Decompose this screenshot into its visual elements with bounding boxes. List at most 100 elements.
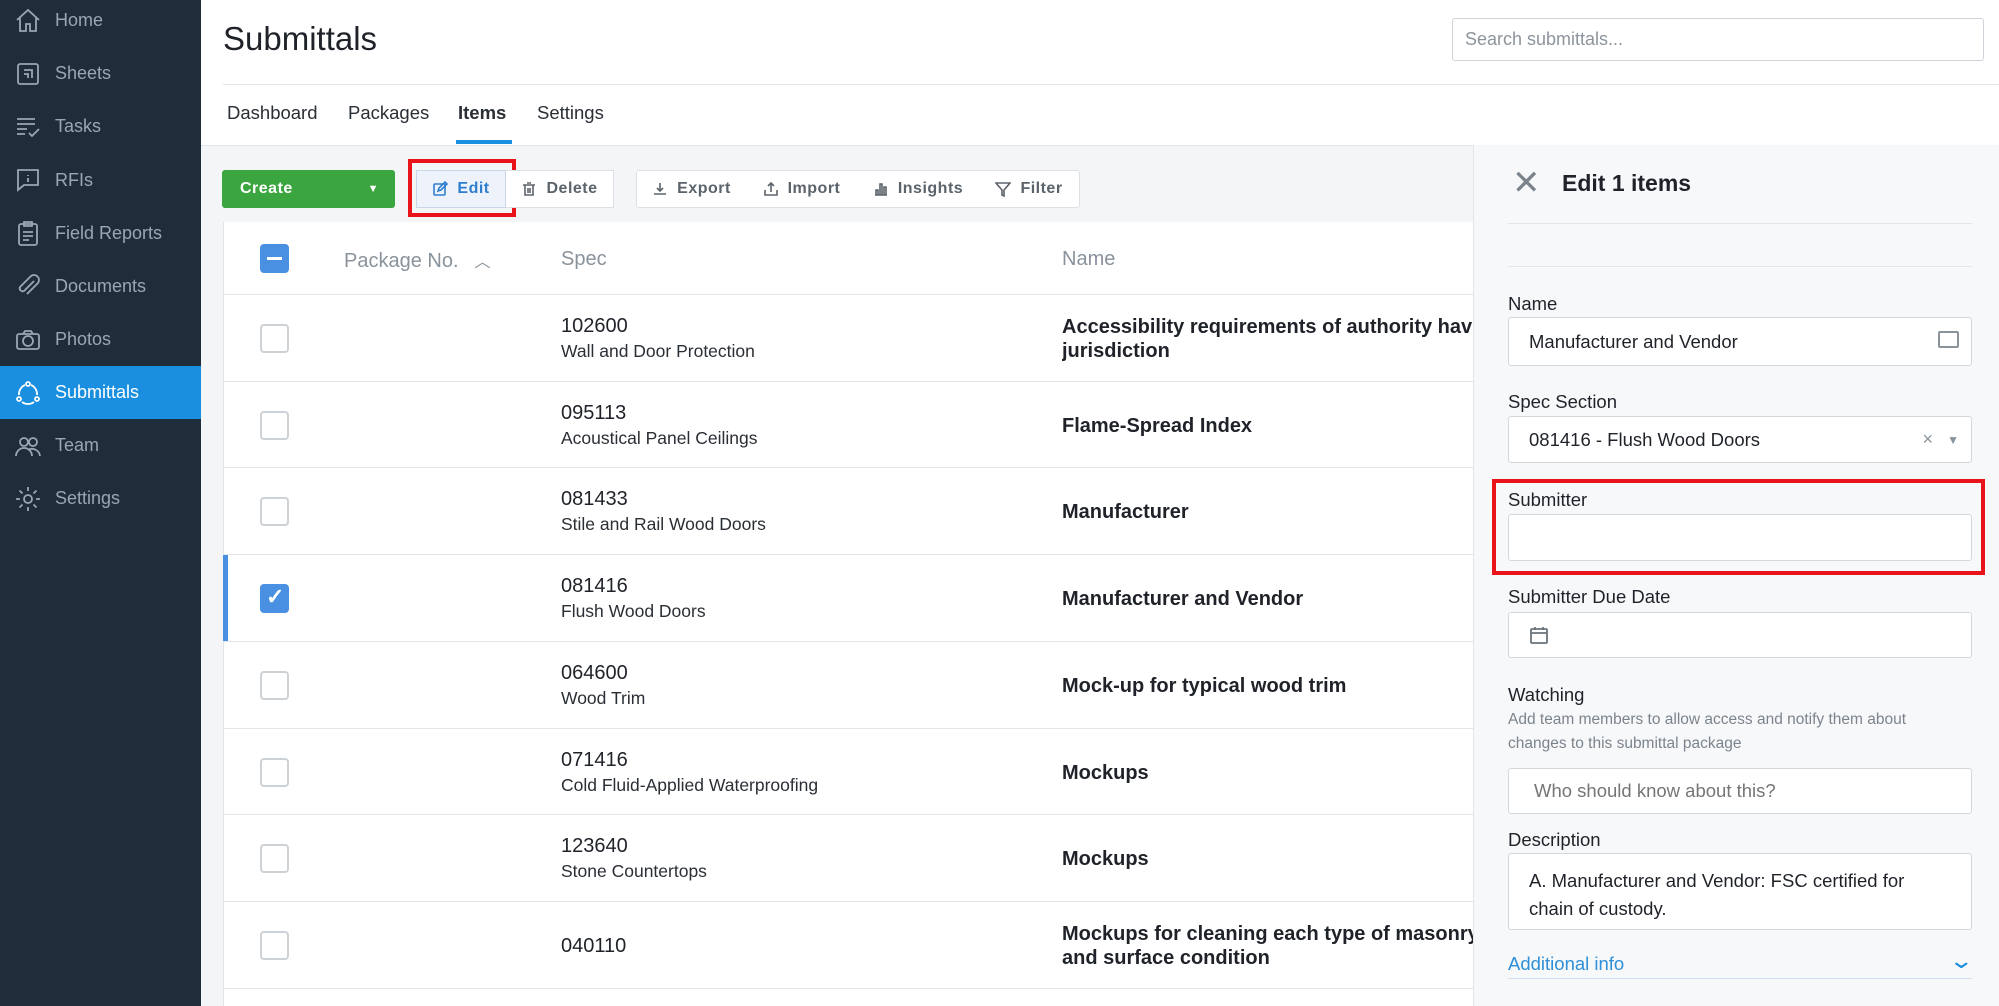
- watching-help: changes to this submittal package: [1508, 735, 1742, 752]
- description-label: Description: [1508, 829, 1601, 850]
- sort-ascending-icon[interactable]: ︿: [475, 254, 491, 271]
- row-checkbox[interactable]: ✓: [260, 584, 289, 614]
- item-name[interactable]: Mockups for cleaning each type of masonr…: [1062, 922, 1473, 946]
- sidebar-item-settings[interactable]: Settings: [0, 472, 201, 525]
- row-divider: [223, 554, 1473, 556]
- spec-code: 081433: [561, 488, 628, 511]
- row-checkbox[interactable]: [260, 670, 289, 700]
- sidebar-item-label: Home: [55, 10, 104, 30]
- upload-icon: [763, 181, 778, 196]
- spec-name: Stile and Rail Wood Doors: [561, 514, 766, 535]
- check-icon: ✓: [266, 584, 285, 610]
- calendar-icon[interactable]: [1529, 625, 1549, 645]
- delete-label: Delete: [546, 180, 598, 197]
- import-button[interactable]: Import: [746, 170, 858, 208]
- search-input[interactable]: [1452, 18, 1984, 61]
- highlight-box: [408, 159, 516, 217]
- description-line: A. Manufacturer and Vendor: FSC certifie…: [1529, 870, 1905, 891]
- close-icon[interactable]: ✕: [1512, 166, 1541, 200]
- sheets-icon: [17, 62, 39, 85]
- divider: [223, 294, 1473, 295]
- item-name[interactable]: Flame-Spread Index: [1062, 414, 1473, 438]
- insights-button[interactable]: Insights: [857, 170, 980, 208]
- item-name[interactable]: Manufacturer: [1062, 500, 1473, 524]
- submittals-icon: [16, 380, 40, 405]
- caret-down-icon[interactable]: ▼: [368, 183, 379, 195]
- filter-button[interactable]: Filter: [979, 170, 1080, 208]
- spec-code: 095113: [561, 401, 627, 424]
- item-name[interactable]: jurisdiction: [1062, 339, 1473, 363]
- name-value: Manufacturer and Vendor: [1529, 330, 1738, 352]
- column-header-package-no[interactable]: Package No. ︿: [344, 248, 491, 273]
- spec-name: Wall and Door Protection: [561, 341, 755, 361]
- spec-code: 071416: [561, 748, 628, 771]
- spec-section-value: 081416 - Flush Wood Doors: [1529, 428, 1761, 450]
- spec-name: Stone Countertops: [561, 861, 707, 882]
- sidebar-item-label: RFIs: [55, 169, 93, 190]
- id-card-icon[interactable]: [1938, 331, 1959, 348]
- sidebar-item-label: Sheets: [55, 63, 112, 84]
- item-name[interactable]: Accessibility requirements of authority …: [1062, 315, 1473, 339]
- spec-name: Acoustical Panel Ceilings: [561, 427, 758, 448]
- item-name[interactable]: Mockups: [1062, 761, 1473, 785]
- sidebar-item-submittals[interactable]: Submittals: [0, 366, 201, 419]
- rfi-icon: [17, 169, 39, 193]
- name-input[interactable]: Manufacturer and Vendor: [1508, 317, 1972, 366]
- watching-input[interactable]: [1508, 768, 1972, 814]
- spec-code: 040110: [561, 934, 627, 957]
- row-checkbox[interactable]: [260, 930, 289, 960]
- sidebar-item-label: Settings: [55, 488, 121, 508]
- download-icon: [654, 183, 667, 195]
- item-name[interactable]: Mock-up for typical wood trim: [1062, 674, 1473, 698]
- row-checkbox[interactable]: [260, 844, 289, 874]
- spec-name: Cold Fluid-Applied Waterproofing: [561, 774, 819, 795]
- create-button[interactable]: Create ▼: [222, 170, 395, 208]
- tab-settings[interactable]: Settings: [537, 102, 604, 124]
- minus-icon: [267, 257, 282, 260]
- additional-info-toggle[interactable]: Additional info: [1508, 953, 1624, 975]
- camera-icon: [16, 329, 40, 350]
- caret-down-icon[interactable]: ▼: [1947, 433, 1959, 447]
- sidebar-item-rfis[interactable]: RFIs: [0, 154, 201, 207]
- sidebar-item-documents[interactable]: Documents: [0, 260, 201, 313]
- select-all-checkbox[interactable]: [260, 244, 289, 273]
- bar-chart-icon: [874, 183, 887, 196]
- export-button[interactable]: Export: [636, 170, 747, 208]
- due-date-input[interactable]: [1508, 612, 1972, 658]
- tab-items[interactable]: Items: [458, 102, 506, 124]
- delete-button[interactable]: Delete: [506, 170, 614, 208]
- column-header-name[interactable]: Name: [1062, 248, 1115, 271]
- item-name[interactable]: Manufacturer and Vendor: [1062, 587, 1473, 611]
- row-checkbox[interactable]: [260, 324, 289, 353]
- spec-code: 123640: [561, 835, 628, 858]
- tab-dashboard[interactable]: Dashboard: [227, 102, 318, 124]
- sidebar-item-label: Field Reports: [55, 222, 163, 243]
- name-label: Name: [1508, 293, 1558, 314]
- row-checkbox[interactable]: [260, 757, 289, 787]
- sidebar-item-photos[interactable]: Photos: [0, 313, 201, 366]
- sidebar-item-sheets[interactable]: Sheets: [0, 47, 201, 100]
- item-name[interactable]: Mockups: [1062, 847, 1473, 871]
- row-divider: [223, 900, 1473, 902]
- row-divider: [223, 640, 1473, 642]
- description-line: chain of custody.: [1529, 898, 1667, 919]
- insights-label: Insights: [897, 180, 964, 197]
- item-name[interactable]: and surface condition: [1062, 946, 1473, 970]
- paperclip-icon: [18, 273, 40, 295]
- chevron-down-icon[interactable]: ⌄: [1948, 948, 1974, 974]
- row-checkbox[interactable]: [260, 497, 289, 527]
- divider: [223, 84, 1999, 85]
- active-tab-indicator: [456, 140, 512, 144]
- row-checkbox[interactable]: [260, 410, 289, 440]
- spec-section-select[interactable]: 081416 - Flush Wood Doors × ▼: [1508, 416, 1972, 463]
- sidebar-item-tasks[interactable]: Tasks: [0, 100, 201, 153]
- column-header-spec[interactable]: Spec: [561, 248, 607, 271]
- import-label: Import: [787, 180, 841, 197]
- tab-packages[interactable]: Packages: [348, 102, 429, 124]
- sidebar-item-home[interactable]: Home: [0, 0, 201, 47]
- clear-icon[interactable]: ×: [1922, 429, 1933, 450]
- spec-section-label: Spec Section: [1508, 391, 1618, 412]
- sidebar-item-team[interactable]: Team: [0, 419, 201, 472]
- sidebar-item-field-reports[interactable]: Field Reports: [0, 207, 201, 260]
- description-textarea[interactable]: A. Manufacturer and Vendor: FSC certifie…: [1508, 853, 1972, 930]
